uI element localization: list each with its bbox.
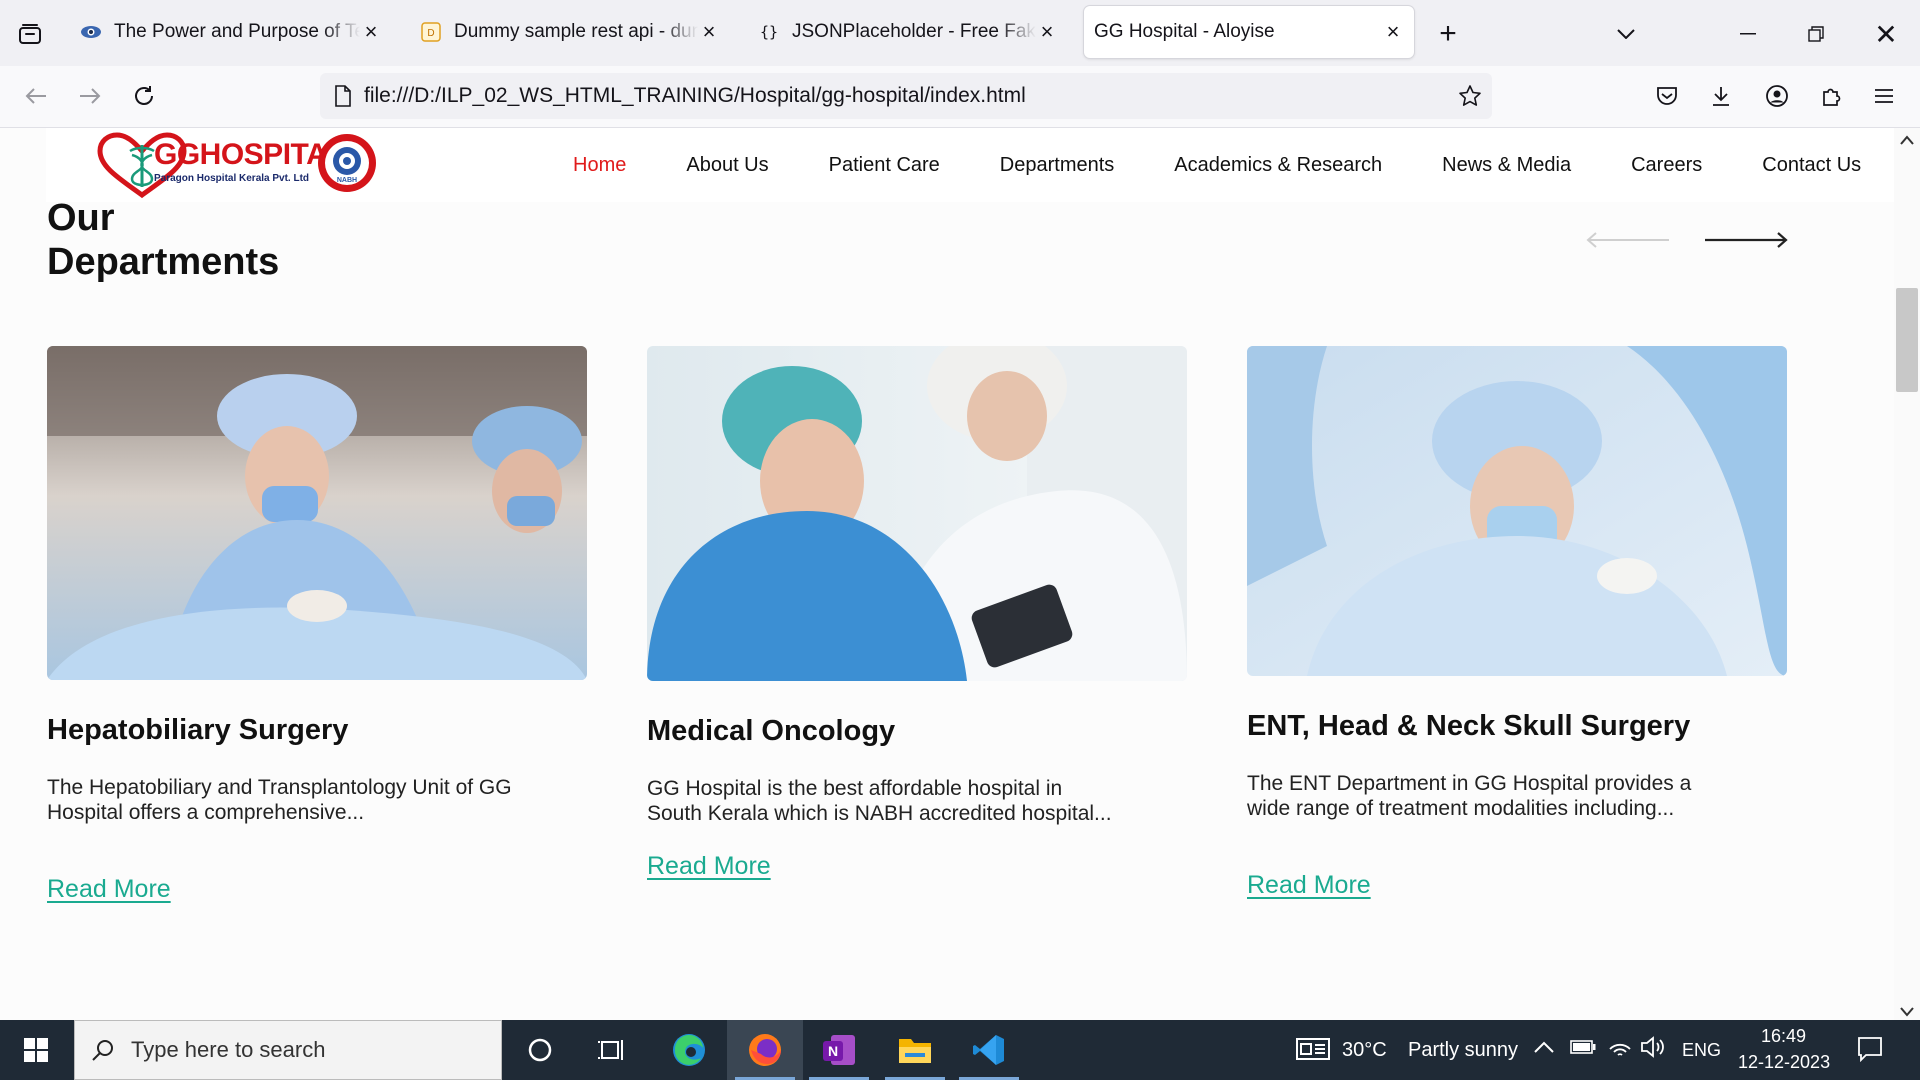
section-title-line-2: Departments bbox=[47, 241, 280, 283]
department-photo bbox=[1247, 346, 1787, 676]
department-description: The Hepatobiliary and Transplantology Un… bbox=[47, 776, 512, 824]
tab-gg-hospital[interactable]: GG Hospital - Aloyise × bbox=[1084, 6, 1414, 58]
tab-dummy-api[interactable]: D Dummy sample rest api - dummy × bbox=[410, 6, 730, 58]
web-page: GGHOSPITAL Paragon Hospital Kerala Pvt. … bbox=[0, 128, 1894, 1020]
close-tab-icon[interactable]: × bbox=[698, 19, 720, 44]
address-bar[interactable]: file:///D:/ILP_02_WS_HTML_TRAINING/Hospi… bbox=[320, 73, 1492, 119]
nav-departments[interactable]: Departments bbox=[1000, 154, 1115, 177]
task-view-icon[interactable] bbox=[574, 1020, 650, 1080]
file-explorer-folder-icon[interactable] bbox=[877, 1020, 953, 1080]
restore-window-icon[interactable] bbox=[1796, 14, 1836, 54]
forward-arrow-icon[interactable] bbox=[70, 76, 110, 116]
windows-start-icon[interactable] bbox=[0, 1020, 72, 1080]
weather-description[interactable]: Partly sunny bbox=[1408, 1039, 1518, 1062]
wifi-icon[interactable] bbox=[1608, 1035, 1632, 1062]
clock-time[interactable]: 16:49 bbox=[1761, 1026, 1806, 1047]
svg-text:D: D bbox=[427, 28, 434, 39]
notification-center-icon[interactable] bbox=[1857, 1036, 1883, 1067]
input-language[interactable]: ENG bbox=[1682, 1040, 1721, 1061]
page-scrollbar[interactable] bbox=[1894, 128, 1920, 1020]
onenote-icon[interactable]: N bbox=[801, 1020, 877, 1080]
pocket-icon[interactable] bbox=[1647, 76, 1687, 116]
browser-tab-bar: The Power and Purpose of Team × D Dummy … bbox=[0, 0, 1920, 66]
department-title: Medical Oncology bbox=[647, 715, 896, 747]
vscode-icon[interactable] bbox=[951, 1020, 1027, 1080]
list-tabs-chevron-down-icon[interactable] bbox=[1606, 14, 1646, 54]
nav-careers[interactable]: Careers bbox=[1631, 154, 1702, 177]
firefox-icon[interactable] bbox=[727, 1020, 803, 1080]
hamburger-menu-icon[interactable] bbox=[1864, 76, 1904, 116]
close-tab-icon[interactable]: × bbox=[1382, 19, 1404, 44]
section-title: Our Departments bbox=[47, 196, 279, 284]
tray-chevron-up-icon[interactable] bbox=[1534, 1040, 1554, 1058]
account-icon[interactable] bbox=[1757, 76, 1797, 116]
department-card: Hepatobiliary Surgery The Hepatobiliary … bbox=[47, 346, 587, 904]
tab-team-article[interactable]: The Power and Purpose of Team × bbox=[70, 6, 392, 58]
svg-text:N: N bbox=[828, 1043, 838, 1059]
section-title-line-1: Our bbox=[47, 197, 115, 239]
department-photo bbox=[647, 346, 1187, 681]
downloads-icon[interactable] bbox=[1701, 76, 1741, 116]
nav-patient-care[interactable]: Patient Care bbox=[829, 154, 940, 177]
carousel-next-arrow-icon[interactable] bbox=[1704, 230, 1788, 250]
weather-temperature[interactable]: 30°C bbox=[1342, 1039, 1387, 1062]
page-info-icon[interactable] bbox=[334, 85, 352, 107]
nav-contact-us[interactable]: Contact Us bbox=[1762, 154, 1861, 177]
department-description: The ENT Department in GG Hospital provid… bbox=[1247, 772, 1692, 820]
edge-browser-icon[interactable] bbox=[651, 1020, 727, 1080]
nav-about-us[interactable]: About Us bbox=[686, 154, 768, 177]
svg-text:{}: {} bbox=[760, 23, 778, 41]
tab-title: The Power and Purpose of Team bbox=[114, 21, 360, 42]
weather-icon[interactable] bbox=[1296, 1036, 1330, 1067]
svg-text:NABH: NABH bbox=[337, 177, 357, 184]
logo-subtitle: Paragon Hospital Kerala Pvt. Ltd bbox=[154, 173, 310, 184]
url-text[interactable]: file:///D:/ILP_02_WS_HTML_TRAINING/Hospi… bbox=[364, 84, 1026, 108]
nav-news-media[interactable]: News & Media bbox=[1442, 154, 1571, 177]
tab-title: JSONPlaceholder - Free Fake REST API bbox=[792, 21, 1036, 42]
page-favicon-icon: D bbox=[420, 21, 442, 43]
battery-icon[interactable] bbox=[1570, 1040, 1596, 1059]
back-arrow-icon[interactable] bbox=[16, 76, 56, 116]
read-more-link[interactable]: Read More bbox=[47, 875, 171, 903]
eye-favicon-icon bbox=[80, 21, 102, 43]
clock-date[interactable]: 12-12-2023 bbox=[1738, 1052, 1830, 1073]
department-photo bbox=[47, 346, 587, 680]
read-more-link[interactable]: Read More bbox=[1247, 871, 1371, 899]
minimize-window-icon[interactable] bbox=[1728, 14, 1768, 54]
new-tab-icon[interactable]: + bbox=[1428, 14, 1468, 54]
close-tab-icon[interactable]: × bbox=[1036, 19, 1058, 44]
department-title: Hepatobiliary Surgery bbox=[47, 714, 349, 746]
nabh-seal: NABH bbox=[316, 132, 378, 194]
close-tab-icon[interactable]: × bbox=[360, 19, 382, 44]
tab-overview-icon[interactable] bbox=[12, 18, 48, 50]
taskbar-search-box[interactable]: Type here to search bbox=[74, 1020, 502, 1080]
bookmark-star-icon[interactable] bbox=[1458, 84, 1482, 108]
nabh-badge-icon: NABH bbox=[318, 134, 376, 192]
department-description: GG Hospital is the best affordable hospi… bbox=[647, 777, 1112, 825]
close-window-icon[interactable]: ✕ bbox=[1866, 14, 1906, 54]
department-card: ENT, Head & Neck Skull Surgery The ENT D… bbox=[1247, 346, 1787, 900]
cortana-circle-icon[interactable] bbox=[502, 1020, 578, 1080]
main-navigation: Home About Us Patient Care Departments A… bbox=[573, 128, 1861, 202]
read-more-link[interactable]: Read More bbox=[647, 852, 771, 880]
department-card: Medical Oncology GG Hospital is the best… bbox=[647, 346, 1187, 881]
tab-jsonplaceholder[interactable]: {} JSONPlaceholder - Free Fake REST API … bbox=[748, 6, 1068, 58]
nav-academics-research[interactable]: Academics & Research bbox=[1174, 154, 1382, 177]
braces-favicon-icon: {} bbox=[758, 21, 780, 43]
carousel-prev-arrow-icon[interactable] bbox=[1586, 230, 1670, 250]
search-placeholder: Type here to search bbox=[131, 1037, 326, 1062]
scrollbar-thumb[interactable] bbox=[1896, 288, 1918, 392]
tab-title: Dummy sample rest api - dummy bbox=[454, 21, 698, 42]
department-title: ENT, Head & Neck Skull Surgery bbox=[1247, 710, 1691, 742]
site-header: GGHOSPITAL Paragon Hospital Kerala Pvt. … bbox=[46, 128, 1894, 202]
scroll-up-icon[interactable] bbox=[1900, 132, 1914, 150]
search-icon bbox=[91, 1038, 115, 1062]
extensions-puzzle-icon[interactable] bbox=[1811, 76, 1851, 116]
browser-nav-bar: file:///D:/ILP_02_WS_HTML_TRAINING/Hospi… bbox=[0, 66, 1920, 128]
nav-home[interactable]: Home bbox=[573, 154, 626, 177]
tab-title: GG Hospital - Aloyise bbox=[1094, 21, 1275, 42]
speaker-volume-icon[interactable] bbox=[1640, 1035, 1666, 1064]
windows-taskbar: Type here to search N 30°C Partly sunny … bbox=[0, 1020, 1920, 1080]
reload-icon[interactable] bbox=[124, 76, 164, 116]
